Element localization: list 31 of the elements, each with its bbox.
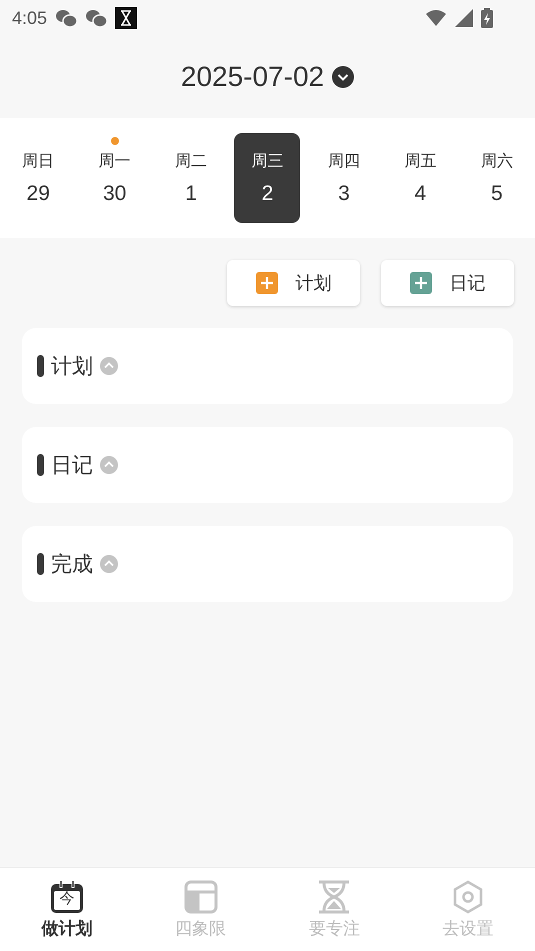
accent-bar [37, 355, 44, 377]
day-cell[interactable]: 周一 30 [82, 133, 148, 223]
section-title: 计划 [51, 353, 93, 380]
day-cell[interactable]: 周四 3 [310, 133, 377, 223]
section-title: 日记 [51, 452, 93, 479]
accent-bar [37, 553, 44, 575]
battery-icon [481, 8, 493, 28]
day-cell[interactable]: 周三 2 [234, 133, 300, 223]
hourglass-icon [115, 7, 138, 29]
chevron-down-icon [332, 66, 354, 88]
settings-icon [451, 880, 486, 914]
hourglass-icon [317, 880, 352, 914]
day-cell[interactable]: 周二 1 [158, 133, 224, 223]
day-cell[interactable]: 周五 4 [387, 133, 454, 223]
date-title[interactable]: 2025-07-02 [180, 61, 324, 93]
chevron-up-icon[interactable] [100, 555, 118, 573]
chevron-up-icon[interactable] [100, 456, 118, 474]
status-time: 4:05 [12, 8, 48, 28]
add-button[interactable]: 日记 [381, 260, 514, 306]
chat-icon [55, 8, 78, 28]
chevron-up-icon[interactable] [100, 357, 118, 375]
chat-icon [85, 8, 108, 28]
accent-bar [37, 454, 44, 476]
section-title: 完成 [51, 551, 93, 578]
day-cell[interactable]: 周六 5 [464, 133, 530, 223]
wifi-icon [425, 9, 447, 27]
day-cell[interactable]: 周日 29 [5, 133, 72, 223]
nav-tab[interactable]: 今 做计划 [0, 868, 134, 951]
layout-icon [184, 880, 218, 914]
add-button[interactable]: 计划 [227, 260, 360, 306]
signal-icon [455, 9, 473, 27]
